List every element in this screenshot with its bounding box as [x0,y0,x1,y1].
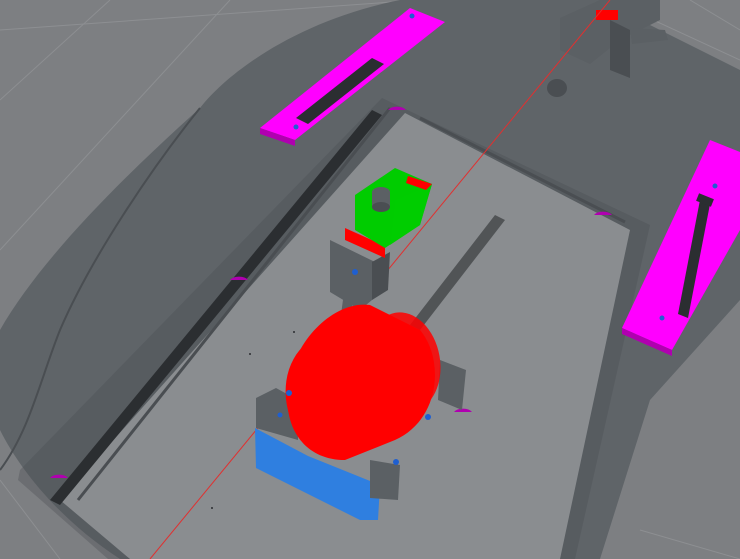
motor-screw-4 [277,412,283,418]
motor-screw-2 [393,459,399,465]
top-plate-screw [293,124,299,130]
right-plate-screw-bottom [659,315,665,321]
right-plate-screw-top [712,183,718,189]
motor-bracket-bottom [370,460,400,500]
servo-screw [352,269,358,275]
motor-screw-1 [286,390,292,396]
3d-viewport[interactable] [0,0,740,559]
motor-screw-3 [425,414,431,420]
top-right-red-tab [596,10,618,20]
top-round-hole [547,79,567,97]
top-plate-screw-2 [409,13,415,19]
